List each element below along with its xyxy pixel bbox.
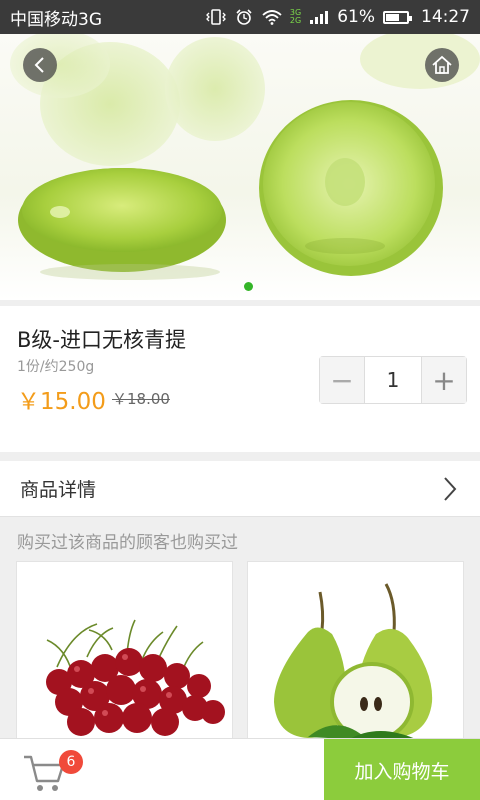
status-bar: 中国移动3G 3G 2G 61% 14:27 (0, 0, 480, 34)
green-grape-image (10, 34, 480, 280)
product-title: B级-进口无核青提 (17, 328, 186, 352)
product-detail-row[interactable]: 商品详情 (0, 461, 480, 517)
back-button[interactable] (23, 48, 57, 82)
pears-image (274, 583, 433, 742)
carousel-indicator-dot[interactable] (244, 282, 253, 291)
bottom-action-bar: 6 加入购物车 (0, 738, 480, 800)
wifi-icon (262, 10, 282, 25)
cherries-image (46, 619, 225, 736)
product-price: ￥15.00 (17, 389, 106, 415)
battery-fill (386, 13, 400, 21)
battery-icon (383, 10, 412, 24)
network-type: 3G 2G (289, 8, 302, 25)
chevron-right-icon (444, 476, 457, 501)
add-to-cart-button[interactable]: 加入购物车 (324, 739, 480, 800)
alarm-icon (236, 9, 252, 25)
home-icon (432, 55, 452, 74)
original-price: ￥18.00 (112, 390, 170, 408)
decrease-button[interactable]: − (320, 357, 364, 403)
vibrate-icon (205, 9, 226, 25)
product-detail-screen: 中国移动3G 3G 2G 61% 14:27 B级-进口无核青提 1份/约250… (0, 0, 480, 800)
chevron-left-icon (34, 57, 44, 73)
recommended-product-card[interactable] (16, 561, 233, 751)
also-bought-heading: 购买过该商品的顾客也购买过 (17, 533, 238, 553)
clock: 14:27 (421, 7, 470, 27)
carrier-label: 中国移动3G (10, 9, 102, 30)
signal-icon (310, 11, 329, 24)
recommended-product-card[interactable] (247, 561, 464, 751)
home-button[interactable] (425, 48, 459, 82)
product-spec: 1份/约250g (17, 359, 95, 375)
increase-button[interactable]: + (422, 357, 466, 403)
also-bought-section: 购买过该商品的顾客也购买过 (0, 518, 480, 751)
product-image-carousel[interactable] (0, 34, 480, 300)
product-info-panel: B级-进口无核青提 1份/约250g ￥15.00 ￥18.00 − 1 + (0, 306, 480, 452)
cart-count-badge: 6 (59, 750, 83, 774)
quantity-stepper: − 1 + (319, 356, 467, 404)
status-icons: 3G 2G 61% 14:27 (205, 7, 470, 27)
battery-percent: 61% (337, 7, 375, 27)
product-detail-label: 商品详情 (20, 479, 97, 501)
quantity-value[interactable]: 1 (364, 357, 422, 403)
